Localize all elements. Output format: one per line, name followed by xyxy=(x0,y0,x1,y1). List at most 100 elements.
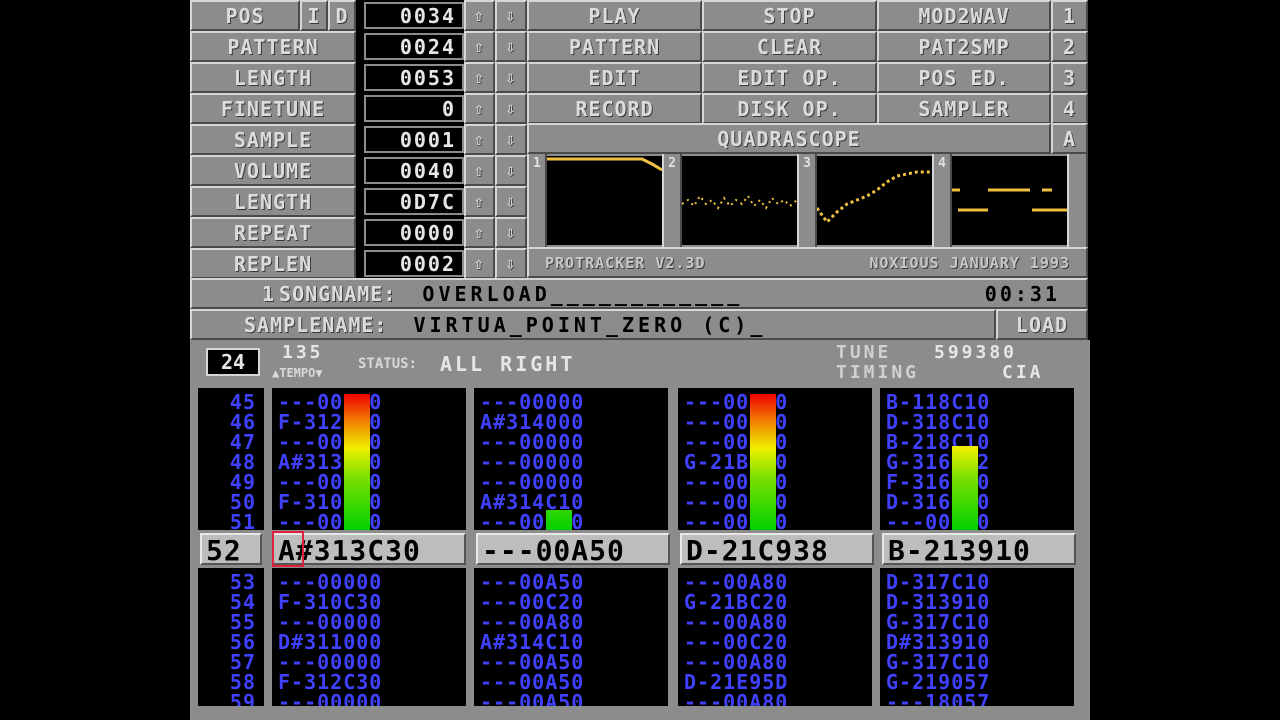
pattern-cell[interactable]: B-118C10 xyxy=(880,392,1074,412)
pattern-number-display[interactable]: 24 xyxy=(206,348,260,376)
value-2[interactable]: 0053 xyxy=(364,64,464,91)
up-arrow-icon-1[interactable]: ⇧ xyxy=(464,31,495,62)
pattern-cell[interactable]: D-318C10 xyxy=(880,412,1074,432)
pattern-cell[interactable]: A#314C10 xyxy=(474,492,668,512)
pattern-editor[interactable]: 45 46 47 48 49 50 51 53 54 55 56 57 58 59 ---00000 F-3… xyxy=(190,386,1090,720)
pattern-cell[interactable]: F-310C30 xyxy=(272,592,466,612)
key-1-button[interactable]: 1 xyxy=(1051,0,1088,31)
pattern-cell[interactable]: D-21E95D xyxy=(678,672,872,692)
pattern-cell[interactable]: F-312C30 xyxy=(272,672,466,692)
down-arrow-icon-6[interactable]: ⇩ xyxy=(495,186,527,217)
key-4-button[interactable]: 4 xyxy=(1051,93,1088,124)
songname-value[interactable]: OVERLOAD____________ xyxy=(422,282,743,306)
pattern-button[interactable]: PATTERN xyxy=(527,31,702,62)
pos-d-button[interactable]: D xyxy=(328,0,356,31)
current-cell-ch4[interactable]: B-213910 xyxy=(882,533,1076,565)
value-3[interactable]: 0 xyxy=(364,95,464,122)
songname-bar[interactable]: 1 SONGNAME: OVERLOAD____________ 00:31 xyxy=(190,278,1088,309)
pattern-cell[interactable]: G-317C10 xyxy=(880,652,1074,672)
down-arrow-icon-4[interactable]: ⇩ xyxy=(495,124,527,155)
pattern-cell[interactable]: ---00000 xyxy=(272,652,466,672)
up-arrow-icon-8[interactable]: ⇧ xyxy=(464,248,495,279)
scope-4[interactable] xyxy=(952,156,1067,245)
pattern-cell[interactable]: ---00C20 xyxy=(474,592,668,612)
pattern-cell[interactable]: ---00A80 xyxy=(678,612,872,632)
current-cell-ch2[interactable]: ---00A50 xyxy=(476,533,670,565)
pattern-cell[interactable]: ---18057 xyxy=(880,692,1074,706)
pattern-cell[interactable]: ---00A80 xyxy=(678,572,872,592)
samplename-value[interactable]: VIRTUA_POINT_ZERO (C)_ xyxy=(413,313,766,337)
down-arrow-icon-2[interactable]: ⇩ xyxy=(495,62,527,93)
value-6[interactable]: 0D7C xyxy=(364,188,464,215)
pattern-cell[interactable]: G-21BC20 xyxy=(678,592,872,612)
down-arrow-icon-5[interactable]: ⇩ xyxy=(495,155,527,186)
key-2-button[interactable]: 2 xyxy=(1051,31,1088,62)
down-arrow-icon-0[interactable]: ⇩ xyxy=(495,0,527,31)
pattern-cell[interactable]: D#313910 xyxy=(880,632,1074,652)
clear-button[interactable]: CLEAR xyxy=(702,31,877,62)
pos-ed-button[interactable]: POS ED. xyxy=(877,62,1051,93)
quadrascope-key[interactable]: A xyxy=(1051,123,1088,154)
value-7[interactable]: 0000 xyxy=(364,219,464,246)
value-1[interactable]: 0024 xyxy=(364,33,464,60)
value-8[interactable]: 0002 xyxy=(364,250,464,277)
label-3: FINETUNE xyxy=(190,93,356,124)
pattern-cell[interactable]: ---00000 xyxy=(272,572,466,592)
value-5[interactable]: 0040 xyxy=(364,157,464,184)
pattern-cell[interactable]: D-317C10 xyxy=(880,572,1074,592)
scope-2[interactable] xyxy=(681,156,798,245)
down-arrow-icon-8[interactable]: ⇩ xyxy=(495,248,527,279)
sampler-button[interactable]: SAMPLER xyxy=(877,93,1051,124)
up-arrow-icon-2[interactable]: ⇧ xyxy=(464,62,495,93)
pattern-cell[interactable]: A#314000 xyxy=(474,412,668,432)
pattern-cell[interactable]: ---00000 xyxy=(272,612,466,632)
pattern-cell[interactable]: ---00A80 xyxy=(678,652,872,672)
record-button[interactable]: RECORD xyxy=(527,93,702,124)
up-arrow-icon-5[interactable]: ⇧ xyxy=(464,155,495,186)
pattern-cell[interactable]: ---00C20 xyxy=(678,632,872,652)
pattern-cell[interactable]: ---00A50 xyxy=(474,692,668,706)
samplename-bar[interactable]: SAMPLENAME: VIRTUA_POINT_ZERO (C)_ xyxy=(190,309,996,340)
down-arrow-icon-1[interactable]: ⇩ xyxy=(495,31,527,62)
load-button[interactable]: LOAD xyxy=(996,309,1088,340)
pattern-cell[interactable]: D#311000 xyxy=(272,632,466,652)
mod2wav-button[interactable]: MOD2WAV xyxy=(877,0,1051,31)
play-button[interactable]: PLAY xyxy=(527,0,702,31)
scope-1[interactable] xyxy=(547,156,663,245)
value-4[interactable]: 0001 xyxy=(364,126,464,153)
edit-op-button[interactable]: EDIT OP. xyxy=(702,62,877,93)
up-arrow-icon-6[interactable]: ⇧ xyxy=(464,186,495,217)
pattern-cell[interactable]: G-317C10 xyxy=(880,612,1074,632)
pattern-cell[interactable]: ---00A50 xyxy=(474,572,668,592)
down-arrow-icon-3[interactable]: ⇩ xyxy=(495,93,527,124)
pattern-cell[interactable]: D-313910 xyxy=(880,592,1074,612)
key-3-button[interactable]: 3 xyxy=(1051,62,1088,93)
up-arrow-icon-3[interactable]: ⇧ xyxy=(464,93,495,124)
pat2smp-button[interactable]: PAT2SMP xyxy=(877,31,1051,62)
pattern-cell[interactable]: ---00000 xyxy=(474,432,668,452)
current-cell-ch3[interactable]: D-21C938 xyxy=(680,533,874,565)
pattern-cell[interactable]: ---00000 xyxy=(272,692,466,706)
stop-button[interactable]: STOP xyxy=(702,0,877,31)
pattern-cell[interactable]: ---00000 xyxy=(474,472,668,492)
scope-scrollbar[interactable] xyxy=(1067,154,1088,247)
tempo-down-icon[interactable]: ▼ xyxy=(315,366,322,380)
pos-i-button[interactable]: I xyxy=(300,0,328,31)
pattern-cell[interactable]: ---00000 xyxy=(474,452,668,472)
up-arrow-icon-7[interactable]: ⇧ xyxy=(464,217,495,248)
pattern-cell[interactable]: ---00A80 xyxy=(678,692,872,706)
pattern-cell[interactable]: ---00000 xyxy=(474,392,668,412)
pattern-cell[interactable]: ---00A50 xyxy=(474,672,668,692)
disk-op-button[interactable]: DISK OP. xyxy=(702,93,877,124)
pattern-cell[interactable]: ---00A50 xyxy=(474,652,668,672)
down-arrow-icon-7[interactable]: ⇩ xyxy=(495,217,527,248)
scope-3[interactable] xyxy=(815,156,932,245)
tempo-control[interactable]: ▲TEMPO▼ xyxy=(272,366,323,380)
pattern-cell[interactable]: ---00A80 xyxy=(474,612,668,632)
edit-button[interactable]: EDIT xyxy=(527,62,702,93)
up-arrow-icon-0[interactable]: ⇧ xyxy=(464,0,495,31)
pattern-cell[interactable]: G-219057 xyxy=(880,672,1074,692)
up-arrow-icon-4[interactable]: ⇧ xyxy=(464,124,495,155)
pattern-cell[interactable]: A#314C10 xyxy=(474,632,668,652)
value-0[interactable]: 0034 xyxy=(364,2,464,29)
